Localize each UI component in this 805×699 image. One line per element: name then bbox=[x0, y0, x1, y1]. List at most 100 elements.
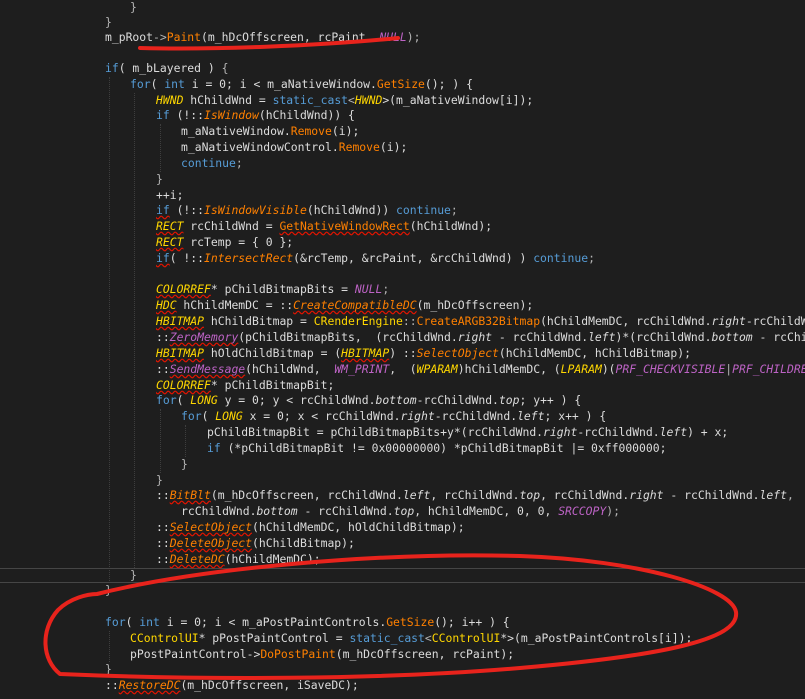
code-line[interactable]: ++i; bbox=[0, 188, 183, 204]
code-token: (hChildMemDC); bbox=[224, 552, 321, 566]
code-token: :: bbox=[156, 552, 170, 566]
code-line[interactable]: ::SendMessage(hChildWnd, WM_PRINT, (WPAR… bbox=[0, 362, 805, 378]
code-token: - rcChildWnd. bbox=[759, 330, 805, 344]
code-token: for bbox=[181, 409, 202, 423]
code-line[interactable]: for( int i = 0; i < m_aNativeWindow.GetS… bbox=[0, 77, 473, 93]
code-line[interactable]: continue; bbox=[0, 156, 243, 172]
code-line[interactable]: if (!::IsWindowVisible(hChildWnd)) conti… bbox=[0, 203, 458, 219]
code-token: PRF_CHECKVISIBLE bbox=[615, 362, 726, 376]
code-token: hOldChildBitmap = ( bbox=[204, 346, 342, 360]
code-line[interactable]: } bbox=[0, 457, 188, 473]
code-token: - rcChildWnd. bbox=[492, 330, 589, 344]
code-token: if bbox=[156, 203, 170, 217]
code-line[interactable]: for( LONG y = 0; y < rcChildWnd.bottom-r… bbox=[0, 393, 581, 409]
code-line[interactable]: } bbox=[0, 0, 137, 16]
code-token: BitBlt bbox=[169, 488, 211, 502]
code-token: COLORREF bbox=[156, 282, 211, 296]
code-token: Paint bbox=[166, 30, 202, 44]
code-token: } bbox=[130, 568, 137, 582]
code-token: } bbox=[181, 457, 188, 471]
code-line[interactable]: } bbox=[0, 662, 112, 678]
code-line[interactable]: RECT rcTemp = { 0 }; bbox=[0, 235, 293, 251]
code-token: bottom bbox=[256, 504, 298, 518]
code-editor[interactable]: }} m_pRoot->Paint(m_hDcOffscreen, rcPaint… bbox=[0, 0, 805, 699]
code-token: - rcChildWnd. bbox=[297, 504, 394, 518]
code-token: rcChildWnd = bbox=[183, 219, 280, 233]
code-token: :: bbox=[156, 330, 170, 344]
code-line[interactable]: ::RestoreDC(m_hDcOffscreen, iSaveDC); bbox=[0, 678, 359, 694]
code-token: hChildMemDC = :: bbox=[176, 298, 294, 312]
code-line[interactable]: if( !::IntersectRect(&rcTemp, &rcPaint, … bbox=[0, 251, 595, 267]
code-line[interactable]: COLORREF* pChildBitmapBits = NULL; bbox=[0, 282, 389, 298]
code-line[interactable]: if (!::IsWindow(hChildWnd)) { bbox=[0, 108, 355, 124]
code-token: m_aNativeWindow. bbox=[181, 124, 291, 138]
code-line[interactable]: HWND hChildWnd = static_cast<HWND>(m_aNa… bbox=[0, 93, 533, 109]
code-token: ( bbox=[150, 77, 165, 91]
code-token: :: bbox=[156, 536, 170, 550]
code-token: right bbox=[543, 425, 578, 439]
code-token: (m_hDcOffscreen, iSaveDC); bbox=[180, 678, 359, 692]
code-token: rcChildWnd. bbox=[181, 504, 257, 518]
code-line[interactable]: for( int i = 0; i < m_aPostPaintControls… bbox=[0, 615, 510, 631]
code-line[interactable]: } bbox=[0, 473, 163, 489]
code-token: (hChildMemDC, hOldChildBitmap); bbox=[252, 520, 465, 534]
code-line[interactable]: } bbox=[0, 568, 137, 584]
code-line[interactable]: ::ZeroMemory(pChildBitmapBits, (rcChildW… bbox=[0, 330, 805, 346]
code-line[interactable]: ::DeleteDC(hChildMemDC); bbox=[0, 552, 321, 568]
code-token: m_aNativeWindowControl. bbox=[181, 140, 339, 154]
code-line[interactable]: HBITMAP hOldChildBitmap = (HBITMAP) ::Se… bbox=[0, 346, 691, 362]
code-token: PRF_CHILDREN bbox=[732, 362, 805, 376]
code-line[interactable]: RECT rcChildWnd = GetNativeWindowRect(hC… bbox=[0, 219, 492, 235]
code-token: (!:: bbox=[169, 108, 205, 122]
code-token: -rcChildWnd. bbox=[577, 425, 660, 439]
code-line[interactable]: if (*pChildBitmapBit != 0x00000000) *pCh… bbox=[0, 441, 666, 457]
code-token: left bbox=[759, 488, 787, 502]
code-line[interactable]: } bbox=[0, 172, 163, 188]
code-line[interactable]: rcChildWnd.bottom - rcChildWnd.top, hChi… bbox=[0, 504, 620, 520]
code-line[interactable]: m_aNativeWindowControl.Remove(i); bbox=[0, 140, 407, 156]
code-token: ; bbox=[450, 203, 458, 217]
code-token: IsWindowVisible bbox=[204, 203, 307, 217]
code-token: :: bbox=[156, 488, 170, 502]
code-token: top bbox=[498, 393, 520, 407]
code-token: } bbox=[105, 15, 112, 29]
code-token: ); bbox=[406, 30, 421, 44]
code-line[interactable]: m_aNativeWindow.Remove(i); bbox=[0, 124, 359, 140]
code-token: (m_hDcOffscreen, rcChildWnd. bbox=[210, 488, 403, 502]
code-token: ++i; bbox=[156, 188, 184, 202]
code-token: Remove bbox=[338, 140, 380, 154]
code-token: SendMessage bbox=[169, 362, 246, 376]
code-token: int bbox=[139, 615, 160, 629]
code-token: { bbox=[221, 61, 229, 75]
code-token: ; bbox=[235, 156, 243, 170]
code-token: (m_hDcOffscreen); bbox=[416, 298, 534, 312]
code-line[interactable]: ::BitBlt(m_hDcOffscreen, rcChildWnd. left… bbox=[0, 488, 794, 504]
code-line[interactable]: m_pRoot->Paint(m_hDcOffscreen, rcPaint, … bbox=[0, 30, 421, 46]
code-token: CControlUI bbox=[431, 631, 501, 645]
code-token: rcTemp = { 0 }; bbox=[183, 235, 294, 249]
code-token: LONG bbox=[215, 409, 243, 423]
code-line[interactable]: ::SelectObject(hChildMemDC, hOldChildBit… bbox=[0, 520, 465, 536]
code-token: left bbox=[517, 409, 545, 423]
code-line[interactable]: HDC hChildMemDC = ::CreateCompatibleDC(m… bbox=[0, 298, 533, 314]
code-line[interactable]: pChildBitmapBit = pChildBitmapBits+y*(rc… bbox=[0, 425, 728, 441]
code-line[interactable]: for( LONG x = 0; x < rcChildWnd.right-rc… bbox=[0, 409, 606, 425]
code-token: y = 0; y < rcChildWnd. bbox=[217, 393, 376, 407]
code-line[interactable]: HBITMAP hChildBitmap = CRenderEngine::Cr… bbox=[0, 314, 805, 330]
code-token: (hChildBitmap); bbox=[252, 536, 355, 550]
code-token: SelectObject bbox=[416, 346, 499, 360]
code-line[interactable]: } bbox=[0, 583, 112, 599]
code-token: ; bbox=[382, 282, 390, 296]
code-token: } bbox=[156, 473, 163, 487]
code-token: RECT bbox=[156, 219, 184, 233]
code-token: HBITMAP bbox=[156, 346, 205, 360]
code-token: )hChildMemDC, ( bbox=[457, 362, 561, 376]
code-line[interactable]: COLORREF* pChildBitmapBit; bbox=[0, 378, 334, 394]
code-line[interactable]: CControlUI* pPostPaintControl = static_c… bbox=[0, 631, 692, 647]
code-line[interactable]: } bbox=[0, 15, 112, 31]
code-line[interactable]: pPostPaintControl->DoPostPaint(m_hDcOffs… bbox=[0, 647, 514, 663]
code-token: ( bbox=[176, 393, 191, 407]
code-line[interactable]: if( m_bLayered ) { bbox=[0, 61, 228, 77]
code-token: ); bbox=[606, 504, 620, 518]
code-line[interactable]: ::DeleteObject(hChildBitmap); bbox=[0, 536, 355, 552]
